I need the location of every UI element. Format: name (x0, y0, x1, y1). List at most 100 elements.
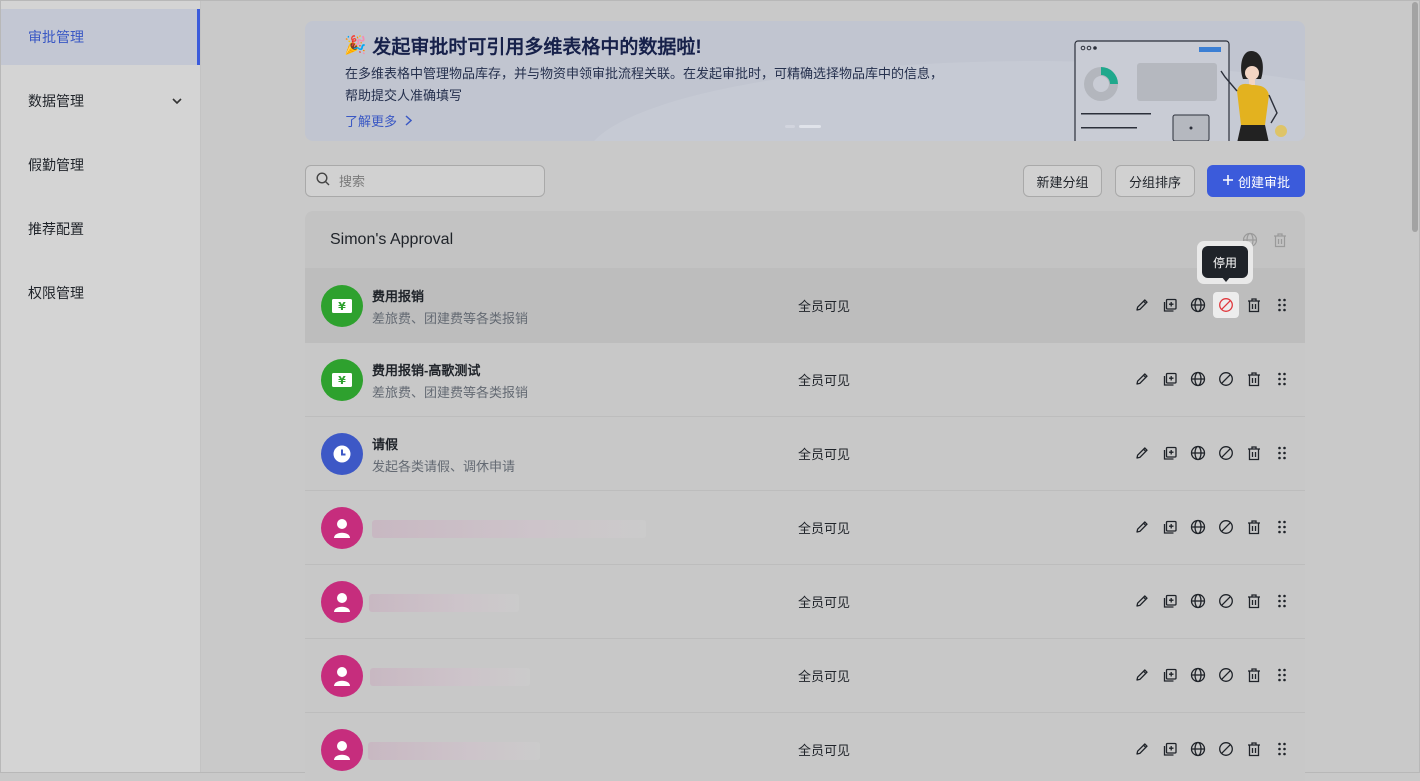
disable-icon[interactable] (1216, 517, 1236, 537)
copy-icon[interactable] (1160, 369, 1180, 389)
row-subtitle: 发起各类请假、调休申请 (372, 459, 516, 474)
trash-icon[interactable] (1244, 739, 1264, 759)
disable-icon[interactable] (1216, 443, 1236, 463)
sidebar-item-label: 假勤管理 (28, 157, 84, 173)
drag-handle-icon[interactable] (1272, 591, 1292, 611)
banner-title-text: 发起审批时可引用多维表格中的数据啦! (372, 37, 702, 58)
row-actions (1132, 443, 1300, 463)
drag-handle-icon[interactable] (1272, 739, 1292, 759)
group-header: Simon's Approval (305, 211, 1305, 268)
copy-icon[interactable] (1160, 665, 1180, 685)
plus-icon (1222, 174, 1234, 189)
copy-icon[interactable] (1160, 295, 1180, 315)
globe-icon[interactable] (1188, 443, 1208, 463)
copy-icon[interactable] (1160, 591, 1180, 611)
banner-illustration (1074, 40, 1287, 141)
visibility-label: 全员可见 (798, 299, 851, 314)
table-row[interactable]: 全员可见 (305, 712, 1305, 781)
redacted-title (370, 668, 530, 686)
trash-icon[interactable] (1244, 665, 1264, 685)
table-row[interactable]: ¥ 费用报销 差旅费、团建费等各类报销 全员可见 (305, 268, 1305, 343)
disable-icon[interactable] (1216, 665, 1236, 685)
trash-icon[interactable] (1244, 369, 1264, 389)
carousel-dot-active[interactable] (799, 125, 821, 128)
visibility-label: 全员可见 (798, 743, 851, 758)
edit-pencil-icon[interactable] (1132, 443, 1152, 463)
copy-icon[interactable] (1160, 517, 1180, 537)
banner-title: 🎉 发起审批时可引用多维表格中的数据啦! (344, 32, 702, 59)
edit-pencil-icon[interactable] (1132, 739, 1152, 759)
party-popper-icon: 🎉 (344, 35, 367, 55)
carousel-dot[interactable] (785, 125, 795, 128)
sidebar-item-data-management[interactable]: 数据管理 (1, 73, 200, 129)
row-actions (1132, 591, 1300, 611)
trash-icon[interactable] (1244, 443, 1264, 463)
learn-more-label: 了解更多 (345, 114, 398, 129)
edit-pencil-icon[interactable] (1132, 591, 1152, 611)
globe-icon[interactable] (1188, 517, 1208, 537)
chevron-right-icon (405, 114, 412, 129)
row-actions (1132, 665, 1300, 685)
sidebar-item-recommend-config[interactable]: 推荐配置 (1, 201, 200, 257)
table-row[interactable]: 全员可见 (305, 490, 1305, 565)
tooltip-label: 停用 (1212, 255, 1237, 270)
sidebar-item-approval-management[interactable]: 审批管理 (1, 9, 200, 65)
disable-icon[interactable] (1213, 292, 1239, 318)
drag-handle-icon[interactable] (1272, 295, 1292, 315)
search-input-wrapper[interactable] (305, 165, 545, 197)
drag-handle-icon[interactable] (1272, 665, 1292, 685)
copy-icon[interactable] (1160, 443, 1180, 463)
copy-icon[interactable] (1160, 739, 1180, 759)
redacted-title (372, 520, 646, 538)
trash-icon[interactable] (1244, 295, 1264, 315)
visibility-label: 全员可见 (798, 447, 851, 462)
learn-more-link[interactable]: 了解更多 (345, 111, 412, 130)
sidebar-item-attendance-management[interactable]: 假勤管理 (1, 137, 200, 193)
visibility-label: 全员可见 (798, 595, 851, 610)
trash-icon[interactable] (1244, 591, 1264, 611)
globe-icon[interactable] (1188, 591, 1208, 611)
table-row[interactable]: ¥ 费用报销-高歌测试 差旅费、团建费等各类报销 全员可见 (305, 342, 1305, 417)
group-title: Simon's Approval (330, 231, 454, 248)
new-group-button[interactable]: 新建分组 (1023, 165, 1102, 197)
create-approval-button[interactable]: 创建审批 (1207, 165, 1305, 197)
scrollbar[interactable] (1412, 2, 1418, 232)
drag-handle-icon[interactable] (1272, 517, 1292, 537)
promo-banner[interactable]: 🎉 发起审批时可引用多维表格中的数据啦! 在多维表格中管理物品库存，并与物资申领… (305, 21, 1305, 141)
globe-icon[interactable] (1188, 295, 1208, 315)
disable-icon[interactable] (1216, 591, 1236, 611)
banner-description: 在多维表格中管理物品库存，并与物资申领审批流程关联。在发起审批时，可精确选择物品… (345, 63, 1005, 107)
table-row[interactable]: 请假发起各类请假、调休申请 全员可见 (305, 416, 1305, 491)
svg-text:¥: ¥ (338, 300, 346, 313)
tooltip-arrow (1221, 276, 1231, 282)
globe-icon[interactable] (1188, 665, 1208, 685)
disable-icon[interactable] (1216, 369, 1236, 389)
drag-handle-icon[interactable] (1272, 369, 1292, 389)
table-row[interactable]: 全员可见 (305, 638, 1305, 713)
drag-handle-icon[interactable] (1272, 443, 1292, 463)
table-row[interactable]: 全员可见 (305, 564, 1305, 639)
sidebar: 审批管理 数据管理 假勤管理 推荐配置 权限管理 (1, 1, 201, 772)
sidebar-item-permission-management[interactable]: 权限管理 (1, 265, 200, 321)
globe-icon[interactable] (1188, 369, 1208, 389)
person-icon (321, 729, 363, 771)
edit-pencil-icon[interactable] (1132, 369, 1152, 389)
clock-icon (321, 433, 363, 475)
edit-pencil-icon[interactable] (1132, 517, 1152, 537)
disable-icon[interactable] (1216, 739, 1236, 759)
visibility-label: 全员可见 (798, 521, 851, 536)
trash-icon[interactable] (1244, 517, 1264, 537)
carousel-dots[interactable] (785, 125, 821, 128)
edit-pencil-icon[interactable] (1132, 295, 1152, 315)
row-actions (1132, 517, 1300, 537)
svg-text:¥: ¥ (338, 374, 346, 387)
row-actions (1132, 292, 1300, 318)
edit-pencil-icon[interactable] (1132, 665, 1152, 685)
trash-icon[interactable] (1272, 232, 1288, 253)
new-group-label: 新建分组 (1036, 174, 1089, 190)
search-input[interactable] (337, 172, 521, 190)
row-subtitle: 差旅费、团建费等各类报销 (372, 385, 529, 400)
globe-icon[interactable] (1188, 739, 1208, 759)
sort-groups-button[interactable]: 分组排序 (1115, 165, 1195, 197)
row-title: 请假 (372, 437, 399, 452)
